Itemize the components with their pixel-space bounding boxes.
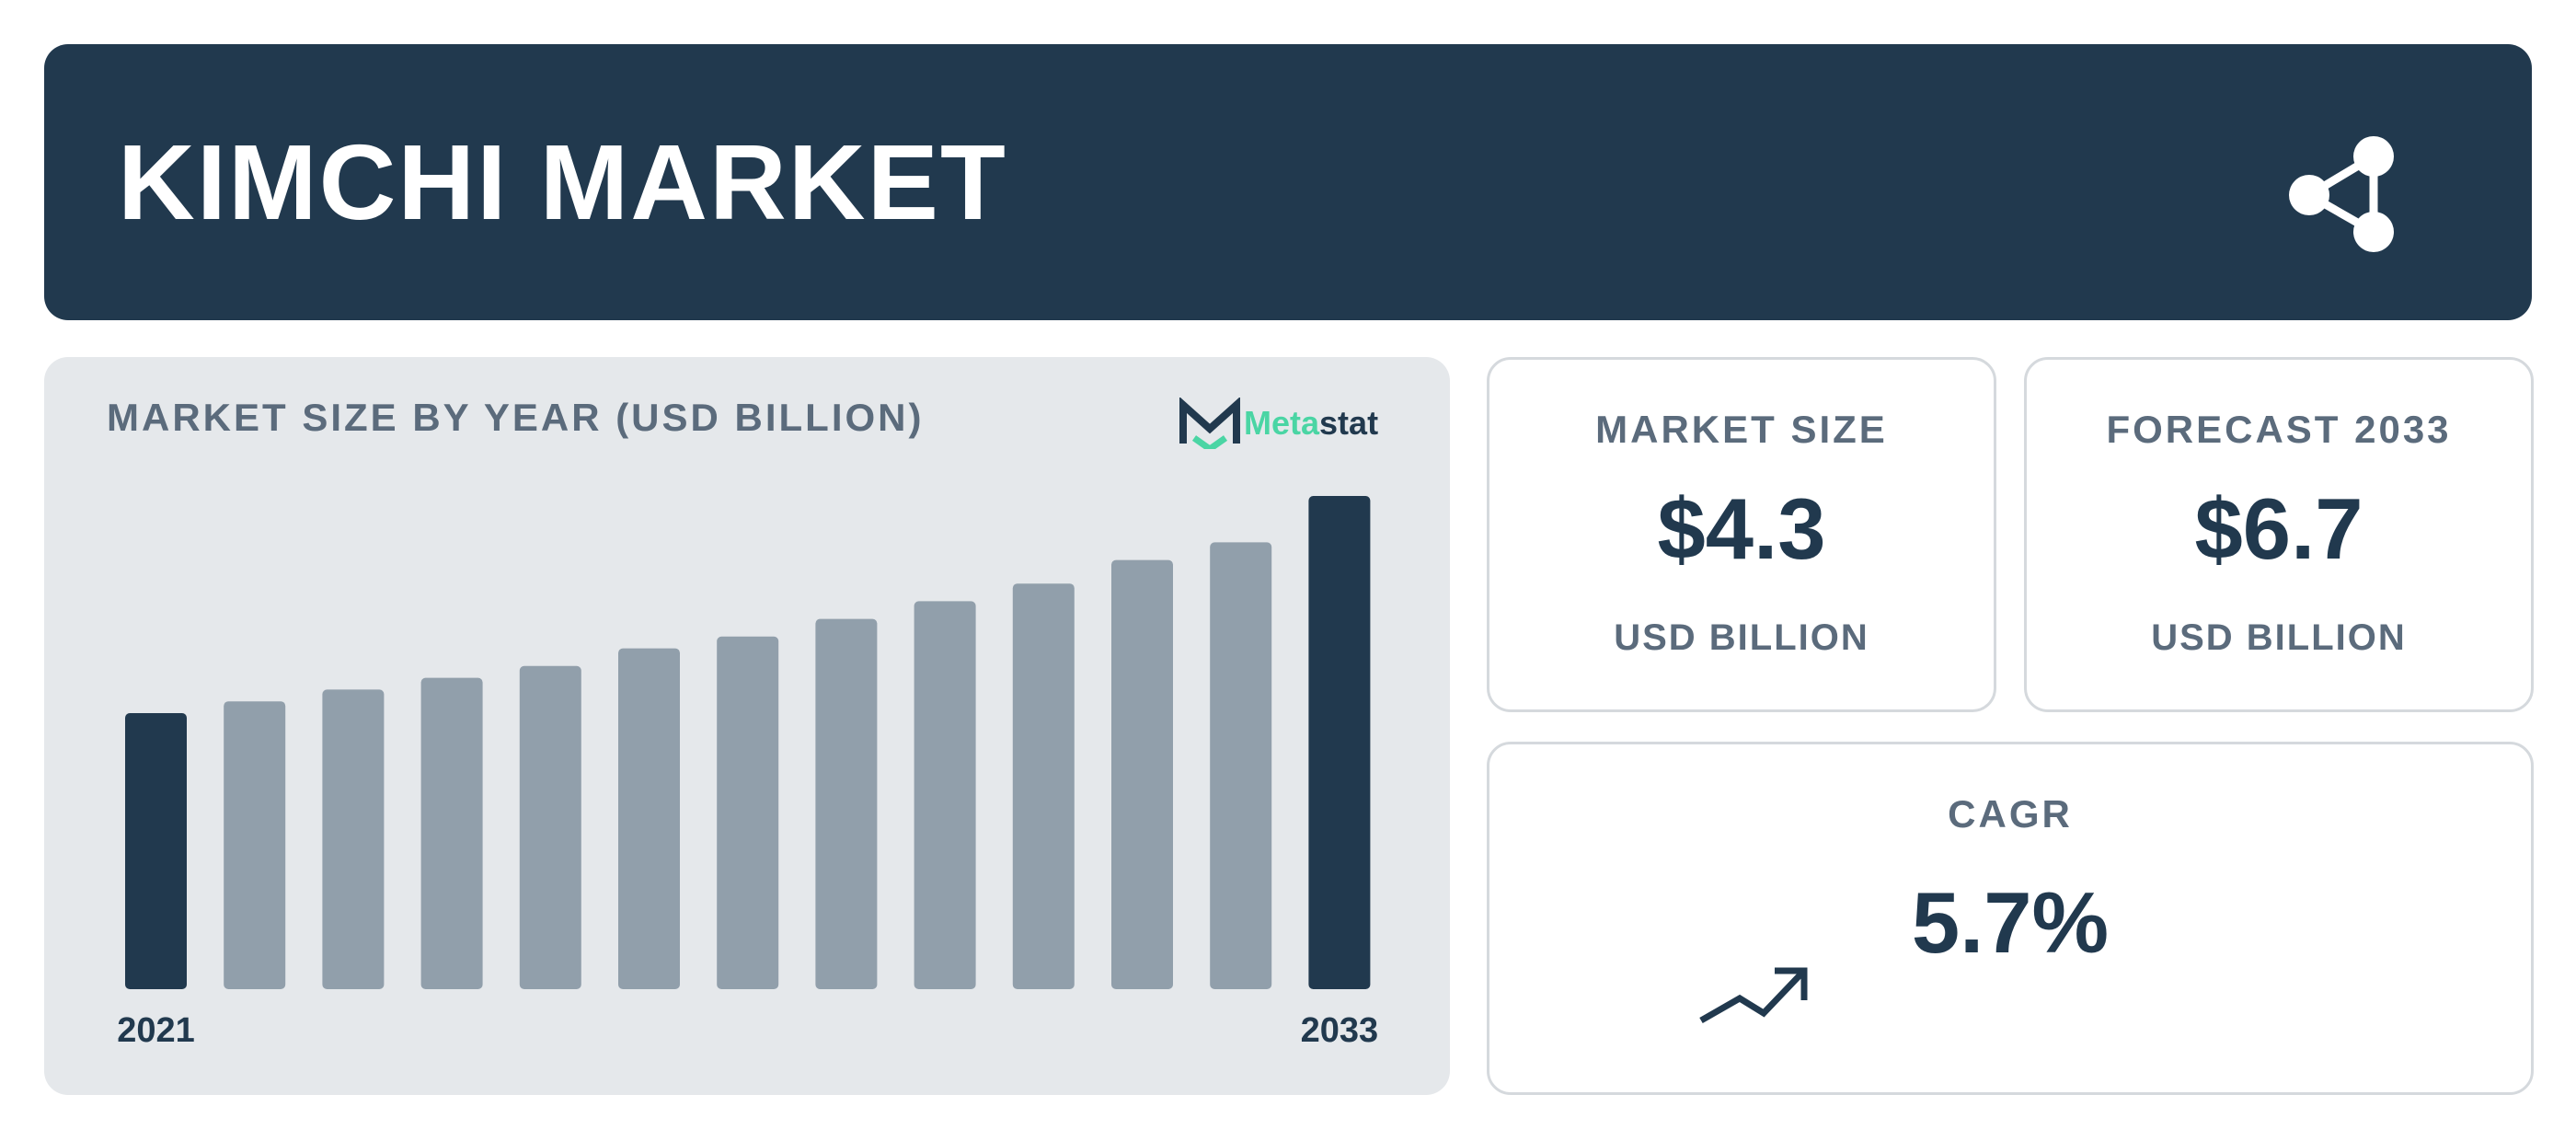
market-size-value: $4.3: [1657, 480, 1826, 577]
chart-title: MARKET SIZE BY YEAR (USD BILLION): [107, 396, 925, 439]
bar-2033: [1308, 496, 1371, 989]
bar-2032: [1210, 542, 1272, 989]
share-icon[interactable]: [2271, 118, 2418, 265]
bar-2025: [519, 665, 581, 989]
header-banner: KIMCHI MARKET: [44, 44, 2532, 320]
bar-2024: [420, 677, 483, 989]
cagr-label: CAGR: [1948, 792, 2073, 836]
cagr-card: CAGR 5.7%: [1487, 742, 2534, 1095]
forecast-unit: USD BILLION: [2151, 617, 2407, 658]
bar-2021: [125, 713, 187, 989]
market-size-unit: USD BILLION: [1614, 617, 1869, 658]
bar-2029: [914, 601, 976, 989]
bar-chart: 2021 2033: [117, 496, 1379, 1050]
market-size-card: MARKET SIZE $4.3 USD BILLION: [1487, 357, 1996, 712]
logo-text: Metastat: [1244, 404, 1379, 442]
chart-panel: 2021 2033 MARKET SIZE BY YEAR (USD BILLIO…: [44, 357, 1450, 1095]
forecast-value: $6.7: [2194, 480, 2363, 577]
bar-2028: [815, 618, 878, 989]
market-size-label: MARKET SIZE: [1595, 408, 1888, 451]
trend-up-icon: [1699, 967, 1808, 1024]
bar-2030: [1012, 583, 1075, 989]
bar-2022: [224, 701, 286, 989]
bar-2031: [1111, 559, 1173, 989]
x-tick-label-2021: 2021: [117, 1011, 195, 1050]
bar-2023: [322, 689, 385, 989]
forecast-card: FORECAST 2033 $6.7 USD BILLION: [2024, 357, 2534, 712]
cagr-value: 5.7%: [1911, 874, 2110, 971]
forecast-label: FORECAST 2033: [2106, 408, 2452, 451]
metastat-logo: Metastat: [1178, 396, 1378, 451]
bar-2027: [717, 636, 779, 989]
x-tick-label-2033: 2033: [1301, 1011, 1379, 1050]
logo-mark-icon: [1179, 398, 1240, 449]
page-title: KIMCHI MARKET: [118, 122, 1007, 242]
bar-2026: [618, 648, 680, 989]
